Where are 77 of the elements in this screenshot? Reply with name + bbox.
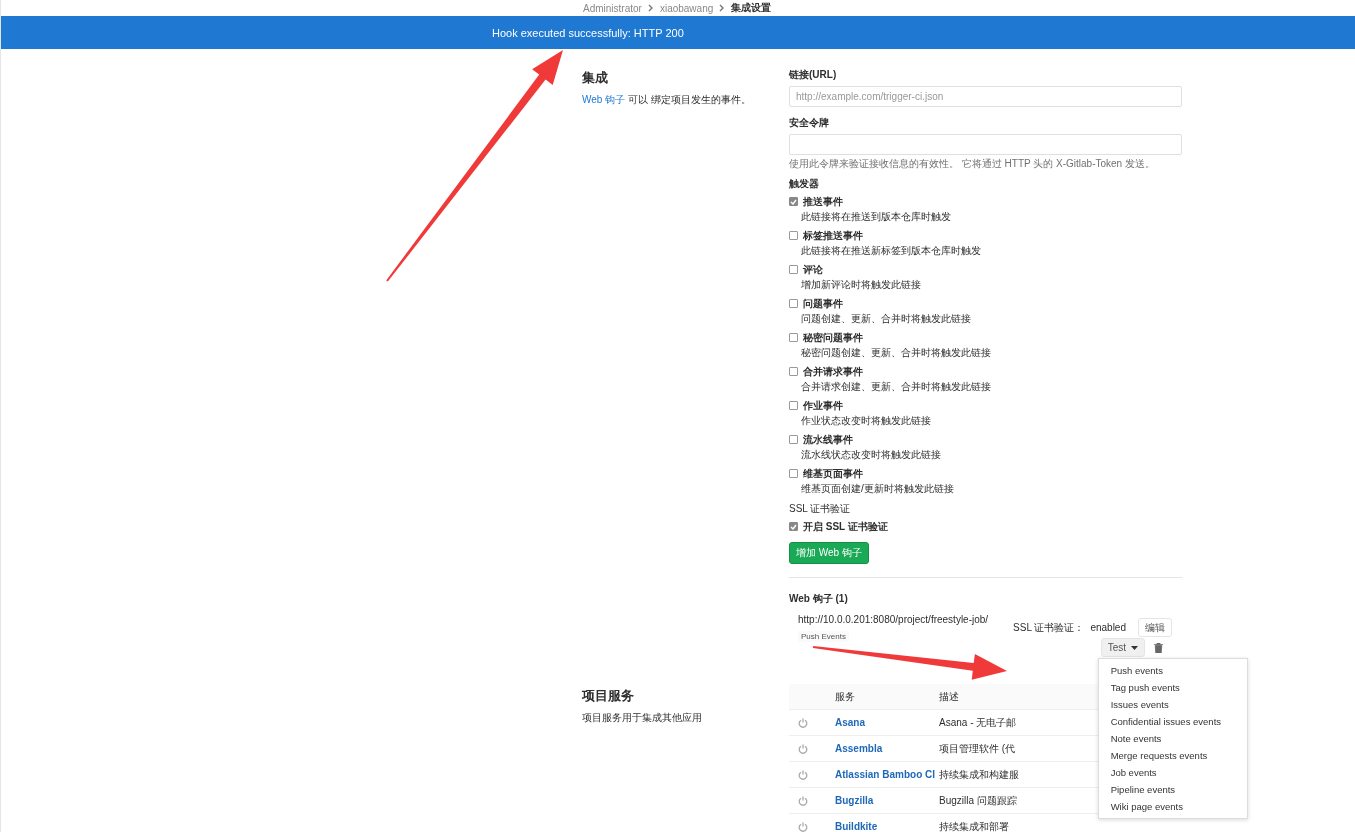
checkbox[interactable] (789, 197, 798, 206)
help-text: 使用此令牌来验证接收信息的有效性。 它将通过 HTTP 头的 X-Gitlab-Token 发送。 (789, 157, 1156, 171)
checkbox[interactable] (789, 265, 798, 274)
service-link[interactable]: Bugzilla (835, 795, 874, 806)
checkbox-label: 开启 SSL 证书验证 (803, 519, 888, 534)
trigger-description: 秘密问题创建、更新、合并时将触发此链接 (800, 346, 992, 360)
section-heading: Web 钩子 (1) (789, 592, 849, 606)
field-label: 触发器 (789, 177, 820, 191)
service-link[interactable]: Atlassian Bamboo CI (835, 769, 936, 780)
checkbox[interactable] (789, 522, 798, 531)
section-description: Web 钩子 可以 绑定项目发生的事件。 (582, 93, 752, 107)
checkbox-label: 问题事件 (803, 296, 843, 311)
test-button[interactable]: Test (1100, 638, 1145, 657)
field-label: 链接(URL) (789, 68, 838, 82)
web-hooks-link[interactable]: Web 钩子 (582, 94, 626, 105)
menu-item[interactable]: Job events (1098, 764, 1247, 781)
flash-message: Hook executed successfully: HTTP 200 (492, 26, 684, 39)
trigger-description: 流水线状态改变时将触发此链接 (800, 448, 942, 462)
breadcrumb-link[interactable]: Administrator (583, 2, 642, 14)
power-icon (798, 717, 808, 728)
breadcrumb-link[interactable]: xiaobawang (659, 2, 714, 14)
breadcrumb-link[interactable]: 集成设置 (731, 1, 772, 15)
checkbox[interactable] (789, 469, 798, 478)
column-header: 服务 (835, 684, 939, 710)
checkbox-label: 维基页面事件 (803, 466, 863, 481)
check-icon (790, 523, 797, 530)
service-link[interactable]: Buildkite (835, 821, 878, 832)
trigger-description: 此链接将在推送新标签到版本仓库时触发 (800, 244, 982, 258)
token-field[interactable] (789, 134, 1182, 155)
section-title: 项目服务 (582, 687, 635, 705)
chevron-icon (719, 4, 726, 12)
checkbox-label: 作业事件 (803, 398, 843, 413)
power-icon (798, 821, 808, 832)
check-icon (790, 198, 797, 205)
checkbox-label: 秘密问题事件 (803, 330, 863, 345)
power-icon (798, 743, 808, 754)
webhook-url: http://10.0.0.201:8080/project/freestyle-job/ (798, 614, 989, 625)
trigger-description: 合并请求创建、更新、合并时将触发此链接 (800, 380, 992, 394)
field-label: 安全令牌 (789, 116, 830, 130)
edit-button[interactable]: 编辑 (1138, 618, 1172, 637)
table-cell: 持续集成和部署 (939, 813, 1182, 832)
menu-item[interactable]: Note events (1098, 730, 1247, 747)
trigger-description: 作业状态改变时将触发此链接 (800, 414, 932, 428)
trash-icon (1154, 642, 1163, 653)
checkbox-label: 标签推送事件 (803, 228, 863, 243)
url-field[interactable]: http://example.com/trigger-ci.json (789, 86, 1182, 107)
checkbox[interactable] (789, 299, 798, 308)
checkbox[interactable] (789, 333, 798, 342)
checkbox[interactable] (789, 231, 798, 240)
trigger-description: 问题创建、更新、合并时将触发此链接 (800, 312, 972, 326)
chevron-icon (647, 4, 654, 12)
checkbox[interactable] (789, 401, 798, 410)
menu-item[interactable]: Pipeline events (1098, 781, 1247, 798)
ssl-label: SSL 证书验证： (1013, 620, 1085, 635)
checkbox[interactable] (789, 435, 798, 444)
trigger-description: 此链接将在推送到版本仓库时触发 (800, 210, 952, 224)
section-description: 项目服务用于集成其他应用 (582, 711, 703, 725)
section-title: 集成 (582, 69, 609, 87)
event-tag: Push Events (798, 631, 849, 642)
power-icon (798, 795, 808, 806)
service-link[interactable]: Asana (835, 717, 865, 728)
trigger-description: 维基页面创建/更新时将触发此链接 (800, 482, 955, 496)
checkbox-label: 推送事件 (803, 194, 843, 209)
checkbox[interactable] (789, 367, 798, 376)
menu-item[interactable]: Push events (1098, 662, 1247, 679)
caret-icon (1131, 645, 1138, 650)
menu-item[interactable]: Merge requests events (1098, 747, 1247, 764)
power-icon (798, 769, 808, 780)
service-link[interactable]: Assembla (835, 743, 883, 754)
field-label: SSL 证书验证 (789, 502, 852, 516)
checkbox-label: 流水线事件 (803, 432, 853, 447)
trigger-description: 增加新评论时将触发此链接 (800, 278, 922, 292)
checkbox-label: 评论 (803, 262, 823, 277)
ssl-value: enabled (1090, 622, 1126, 633)
menu-item[interactable]: Confidential issues events (1098, 713, 1247, 730)
checkbox-label: 合并请求事件 (803, 364, 863, 379)
menu-item[interactable]: Wiki page events (1098, 798, 1247, 815)
